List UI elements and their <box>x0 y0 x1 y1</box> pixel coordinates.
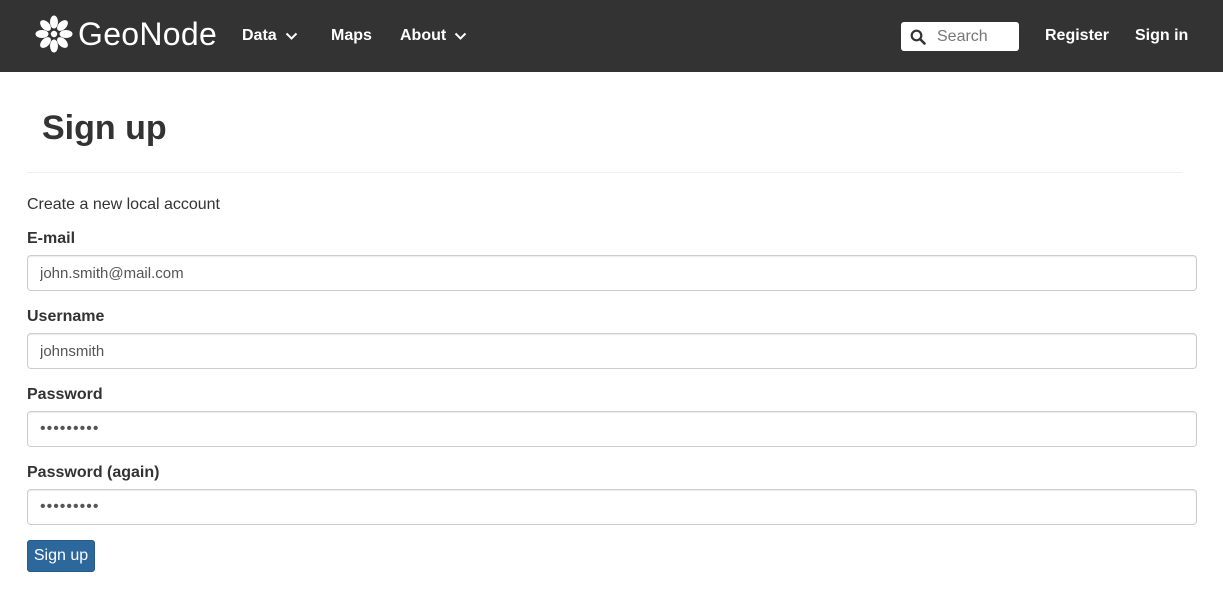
nav-data-label: Data <box>242 27 277 44</box>
page-title: Sign up <box>42 109 167 147</box>
geonode-logo-icon <box>35 15 73 53</box>
nav-about-label: About <box>400 27 447 44</box>
search-icon <box>910 29 926 45</box>
top-navbar: GeoNode Data Maps About Register Sign in <box>0 0 1223 72</box>
password-again-label: Password (again) <box>27 464 160 481</box>
page-header: Sign up <box>27 100 1182 173</box>
nav-maps-link[interactable]: Maps <box>331 24 372 48</box>
signin-label: Sign in <box>1135 27 1189 44</box>
password-field[interactable] <box>27 411 1197 447</box>
username-field[interactable] <box>27 333 1197 369</box>
username-label: Username <box>27 308 105 325</box>
nav-about-menu[interactable]: About <box>400 24 467 48</box>
password-again-field[interactable] <box>27 489 1197 525</box>
brand-link[interactable]: GeoNode <box>34 12 217 56</box>
nav-maps-label: Maps <box>331 27 372 44</box>
search-input[interactable] <box>937 25 1015 48</box>
chevron-down-icon <box>454 32 467 40</box>
email-field[interactable] <box>27 255 1197 291</box>
password-label: Password <box>27 386 103 403</box>
nav-data-menu[interactable]: Data <box>242 24 298 48</box>
email-label: E-mail <box>27 230 76 247</box>
signin-link[interactable]: Sign in <box>1135 24 1188 48</box>
search-box <box>901 22 1019 51</box>
form-intro-text: Create a new local account <box>27 196 220 213</box>
brand-name: GeoNode <box>78 15 218 52</box>
chevron-down-icon <box>285 32 297 40</box>
signup-button[interactable]: Sign up <box>27 540 95 572</box>
register-link[interactable]: Register <box>1045 24 1109 48</box>
register-label: Register <box>1045 27 1110 44</box>
